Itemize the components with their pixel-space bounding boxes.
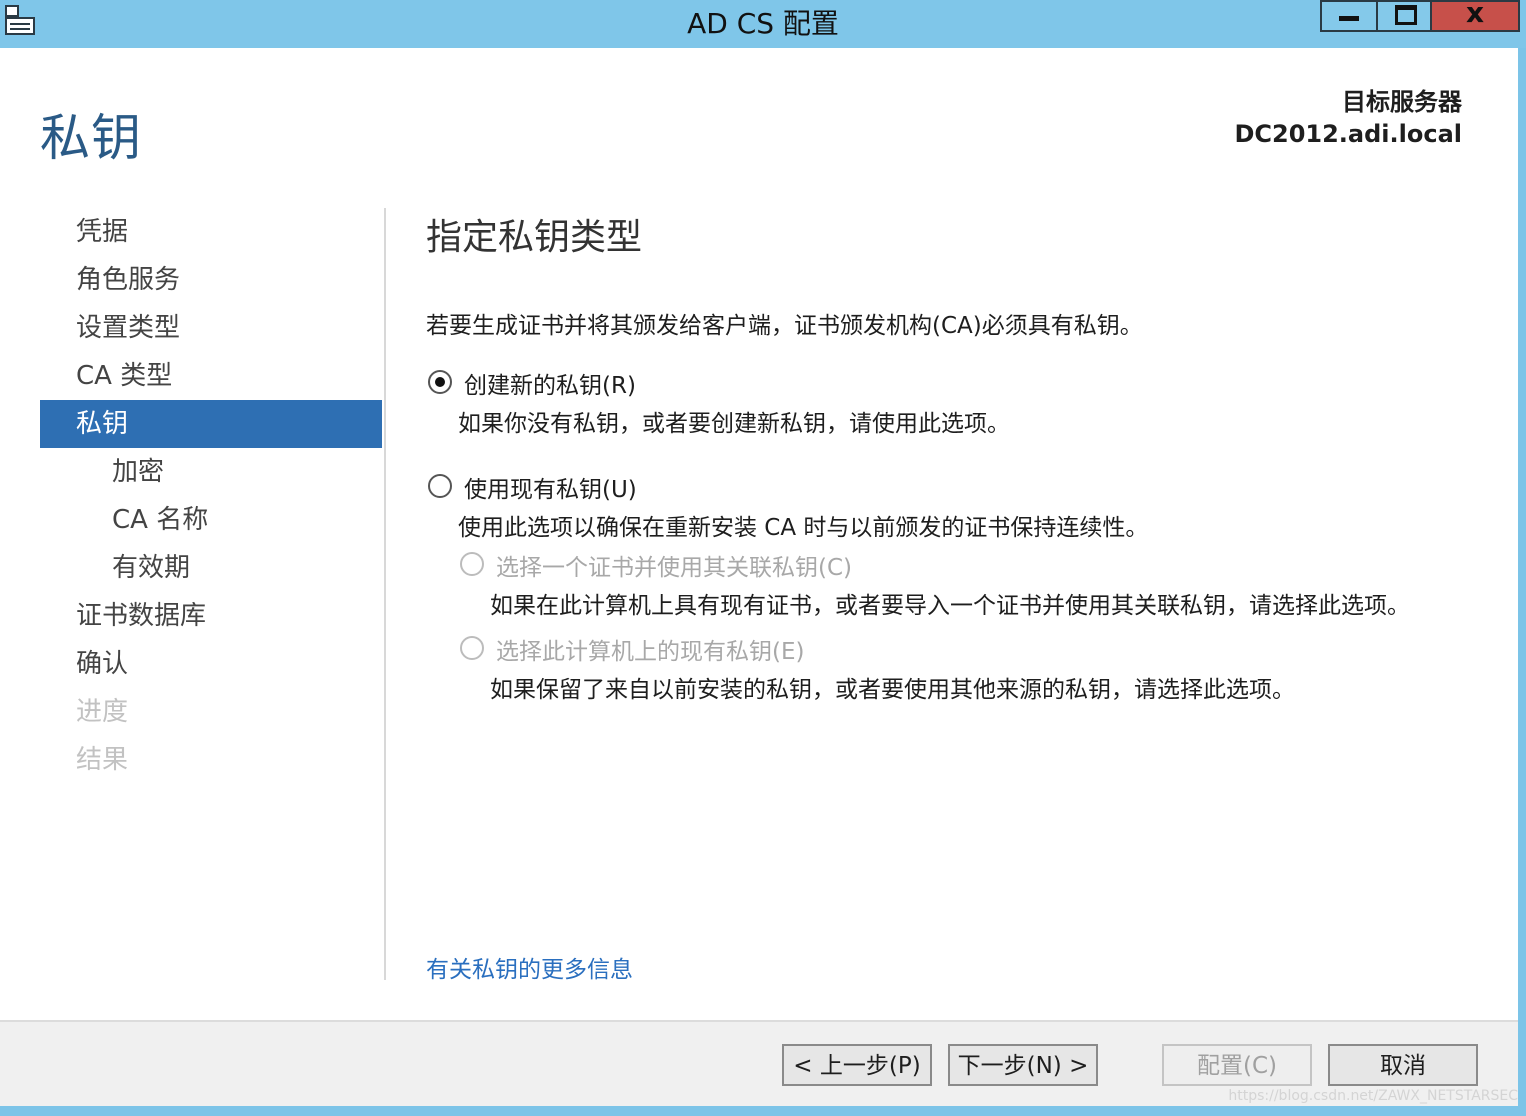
previous-button[interactable]: < 上一步(P): [782, 1044, 932, 1086]
section-title: 指定私钥类型: [426, 217, 643, 258]
radio-select-certificate[interactable]: [460, 552, 484, 576]
close-icon: x: [1465, 0, 1485, 29]
window-border: [1518, 48, 1526, 1116]
target-server-name: DC2012.adi.local: [1234, 120, 1462, 148]
more-info-link[interactable]: 有关私钥的更多信息: [426, 950, 633, 984]
nav-item-cryptography[interactable]: 加密: [40, 448, 382, 496]
option-create-new-key-help: 如果你没有私钥，或者要创建新私钥，请使用此选项。: [458, 411, 1010, 437]
close-button[interactable]: x: [1430, 0, 1520, 32]
option-select-certificate-help: 如果在此计算机上具有现有证书，或者要导入一个证书并使用其关联私钥，请选择此选项。: [490, 593, 1410, 619]
nav-item-results: 结果: [76, 745, 129, 775]
nav-item-private-key[interactable]: 私钥: [40, 400, 382, 448]
option-select-existing-key-help: 如果保留了来自以前安装的私钥，或者要使用其他来源的私钥，请选择此选项。: [490, 677, 1295, 703]
watermark: https://blog.csdn.net/ZAWX_NETSTARSEC: [1228, 1088, 1518, 1104]
option-select-existing-key-label[interactable]: 选择此计算机上的现有私钥(E): [496, 632, 804, 666]
nav-item-ca-type[interactable]: CA 类型: [40, 352, 382, 400]
title-bar: AD CS 配置 x: [0, 0, 1526, 48]
nav-item-progress: 进度: [76, 697, 129, 727]
window-bottom-border: [0, 1106, 1526, 1116]
minimize-button[interactable]: [1320, 0, 1378, 32]
maximize-button[interactable]: [1376, 0, 1432, 32]
nav-divider: [384, 208, 386, 980]
nav-item-role-services[interactable]: 角色服务: [40, 256, 382, 304]
nav-item-confirmation[interactable]: 确认: [40, 640, 382, 688]
option-create-new-key-label[interactable]: 创建新的私钥(R): [464, 366, 636, 400]
cancel-button[interactable]: 取消: [1328, 1044, 1478, 1086]
radio-use-existing-key[interactable]: [428, 474, 452, 498]
option-select-certificate-label[interactable]: 选择一个证书并使用其关联私钥(C): [496, 548, 852, 582]
nav-item-certificate-database[interactable]: 证书数据库: [40, 592, 382, 640]
option-use-existing-key-help: 使用此选项以确保在重新安装 CA 时与以前颁发的证书保持连续性。: [458, 515, 1149, 541]
wizard-content: 私钥 目标服务器 DC2012.adi.local 凭据 角色服务 设置类型 C…: [0, 48, 1518, 1020]
nav-item-ca-name[interactable]: CA 名称: [40, 496, 382, 544]
nav-item-credentials[interactable]: 凭据: [40, 208, 382, 256]
page-title: 私钥: [40, 109, 142, 167]
option-use-existing-key-label[interactable]: 使用现有私钥(U): [464, 470, 637, 504]
radio-select-existing-key[interactable]: [460, 636, 484, 660]
next-button[interactable]: 下一步(N) >: [948, 1044, 1098, 1086]
section-description: 若要生成证书并将其颁发给客户端，证书颁发机构(CA)必须具有私钥。: [426, 313, 1143, 339]
wizard-nav: 凭据 角色服务 设置类型 CA 类型 私钥 加密 CA 名称 有效期 证书数据库…: [40, 208, 382, 784]
target-server-label: 目标服务器: [1342, 88, 1462, 116]
nav-item-setup-type[interactable]: 设置类型: [40, 304, 382, 352]
window-title: AD CS 配置: [687, 7, 839, 40]
nav-item-validity-period[interactable]: 有效期: [40, 544, 382, 592]
configure-button[interactable]: 配置(C): [1162, 1044, 1312, 1086]
radio-create-new-key[interactable]: [428, 370, 452, 394]
